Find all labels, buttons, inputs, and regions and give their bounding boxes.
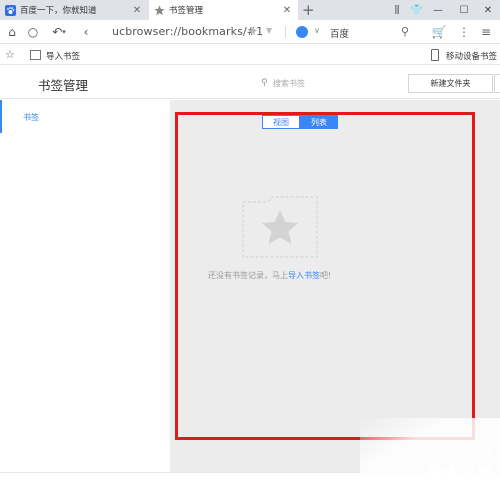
empty-folder-star-icon [242,196,318,258]
home-icon[interactable]: ⌂ [4,24,20,40]
address-bar: ⌂ ○ ↶ ▾ ‹ ucbrowser://bookmarks/#1 ★ ▼ ∨ … [0,20,500,44]
close-tab-icon[interactable]: ✕ [282,5,292,16]
tab-strip: 百度一下，你就知道 ✕ 书签管理 ✕ + ⫼ 👕 — ☐ ✕ [0,0,500,20]
sidebar-item-bookmarks[interactable]: 书签 [0,100,170,133]
bookmark-bar: ☆ 导入书签 移动设备书签 [0,45,500,65]
import-bookmarks-link[interactable]: 导入书签 [288,271,320,280]
minimize-icon[interactable]: — [426,0,450,20]
cart-icon[interactable]: 🛒 [431,24,447,40]
mobile-icon[interactable] [431,49,439,61]
star-icon [154,4,165,15]
empty-state-message: 还没有书签记录，马上导入书签吧! [208,270,331,281]
more-icon[interactable]: ⋮ [456,24,472,40]
tab-title: 百度一下，你就知道 [20,6,97,16]
search-icon: ⚲ [261,78,268,88]
page-header: 书签管理 ⚲ 新建文件夹 [0,66,500,99]
search-icon[interactable]: ⚲ [401,25,409,38]
baidu-paw-icon [5,4,16,16]
watermark-name: 脚本之家 [426,465,494,485]
menu-icon[interactable]: ≡ [478,24,494,40]
bookmark-list-area: 视图 列表 还没有书签记录，马上导入书签吧! [170,100,500,472]
baidu-engine-icon[interactable] [296,26,308,38]
close-tab-icon[interactable]: ✕ [132,5,142,16]
star-outline-icon[interactable]: ☆ [5,48,15,61]
import-icon[interactable] [30,50,41,60]
tab-title: 书签管理 [169,6,204,16]
maximize-icon[interactable]: ☐ [452,0,476,20]
watermark-site: jb51.net [446,445,492,458]
sidebar: 书签 [0,100,170,472]
back-icon[interactable]: ‹ [78,24,94,40]
search-engine-label[interactable]: 百度 [330,26,349,40]
url-field[interactable]: ucbrowser://bookmarks/#1 [112,25,263,38]
bookmark-star-icon[interactable]: ★ [248,25,258,38]
empty-text-before: 还没有书签记录，马上 [208,271,288,280]
new-folder-button[interactable]: 新建文件夹 [408,74,493,93]
tab-bookmarks[interactable]: 书签管理 ✕ [149,0,298,20]
page-title: 书签管理 [38,78,89,93]
view-toggle: 视图 列表 [262,115,338,129]
empty-text-after: 吧! [320,271,332,280]
reload-icon[interactable]: ○ [25,24,41,40]
undo-icon[interactable]: ↶ ▾ [48,24,70,40]
import-bookmarks-link[interactable]: 导入书签 [46,50,80,62]
list-view-button[interactable]: 列表 [300,115,338,129]
sidebar-item-label: 书签 [23,113,39,122]
overflow-button[interactable] [494,74,500,93]
chevron-down-icon[interactable]: ▼ [266,26,272,35]
new-tab-icon[interactable]: + [302,1,315,19]
tab-baidu[interactable]: 百度一下，你就知道 ✕ [0,0,148,20]
bookmark-search-input[interactable] [273,76,363,90]
chevron-down-icon[interactable]: ∨ [314,26,320,35]
divider [285,26,286,38]
grid-view-button[interactable]: 视图 [262,115,300,129]
close-window-icon[interactable]: ✕ [476,0,500,20]
mobile-bookmarks-link[interactable]: 移动设备书签 [446,50,497,62]
